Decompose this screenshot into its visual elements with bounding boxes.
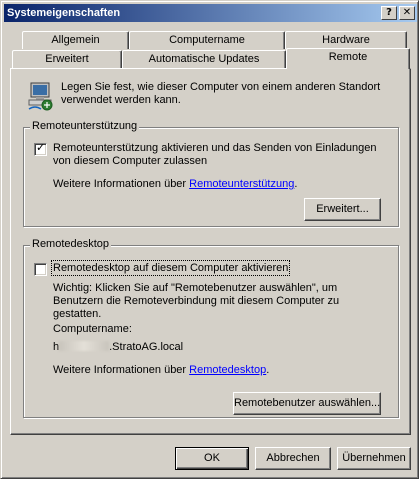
remote-desktop-link[interactable]: Remotedesktop xyxy=(189,364,266,376)
tab-automatische-updates[interactable]: Automatische Updates xyxy=(122,50,286,68)
remote-assistance-checkbox-label[interactable]: Remoteunterstützung aktivieren und das S… xyxy=(53,142,383,168)
remote-assistance-link[interactable]: Remoteunterstützung xyxy=(189,178,294,190)
close-icon: ✕ xyxy=(402,7,412,18)
tab-erweitert[interactable]: Erweitert xyxy=(12,50,122,68)
remote-desktop-note: Wichtig: Klicken Sie auf "Remotebenutzer… xyxy=(53,282,340,320)
ok-button[interactable]: OK xyxy=(175,447,249,470)
window-title: Systemeigenschaften xyxy=(7,7,121,19)
cancel-button[interactable]: Abbrechen xyxy=(255,447,331,470)
title-bar[interactable]: Systemeigenschaften ? ✕ xyxy=(4,4,417,22)
computer-name-label: Computername: xyxy=(53,323,132,335)
remote-tab-panel: Legen Sie fest, wie dieser Computer von … xyxy=(10,68,411,435)
remote-assistance-label: Remoteunterstützung xyxy=(30,120,140,132)
remote-assistance-info: Weitere Informationen über Remoteunterst… xyxy=(53,178,297,190)
remote-desktop-info-suffix: . xyxy=(266,364,270,376)
tab-hardware[interactable]: Hardware xyxy=(285,31,407,49)
select-remote-users-button[interactable]: Remotebenutzer auswählen... xyxy=(233,392,381,415)
remote-assistance-info-prefix: Weitere Informationen über xyxy=(53,178,190,190)
tab-remote[interactable]: Remote xyxy=(286,48,410,69)
remote-desktop-checkbox-label[interactable]: Remotedesktop auf diesem Computer aktivi… xyxy=(50,260,291,276)
remote-desktop-label: Remotedesktop xyxy=(30,238,112,250)
remote-desktop-group: Remotedesktop Remotedesktop auf diesem C… xyxy=(23,238,399,418)
computer-name-value: h .StratoAG.local xyxy=(53,341,183,353)
tab-computername[interactable]: Computername xyxy=(129,31,285,49)
remote-desktop-checkbox-wrap: Remotedesktop auf diesem Computer aktivi… xyxy=(50,260,291,276)
remote-computer-icon xyxy=(28,82,53,111)
remote-assistance-info-suffix: . xyxy=(294,178,298,190)
tab-allgemein[interactable]: Allgemein xyxy=(22,31,129,49)
remote-desktop-info: Weitere Informationen über Remotedesktop… xyxy=(53,364,269,376)
help-button[interactable]: ? xyxy=(381,6,397,20)
advanced-button[interactable]: Erweitert... xyxy=(304,198,381,221)
remote-assistance-checkbox[interactable]: ✓ xyxy=(34,141,47,156)
system-properties-window: Systemeigenschaften ? ✕ Allgemein Comput… xyxy=(0,0,419,479)
redacted-text xyxy=(59,341,110,351)
remote-desktop-info-prefix: Weitere Informationen über xyxy=(53,364,190,376)
checkmark-icon: ✓ xyxy=(36,141,46,154)
intro-text: Legen Sie fest, wie dieser Computer von … xyxy=(61,81,381,106)
remote-desktop-checkbox[interactable] xyxy=(34,263,47,276)
close-button[interactable]: ✕ xyxy=(399,6,415,20)
remote-assistance-group: Remoteunterstützung ✓ Remoteunterstützun… xyxy=(23,120,399,227)
computer-name-suffix: .StratoAG.local xyxy=(109,341,184,353)
apply-button[interactable]: Übernehmen xyxy=(337,447,411,470)
